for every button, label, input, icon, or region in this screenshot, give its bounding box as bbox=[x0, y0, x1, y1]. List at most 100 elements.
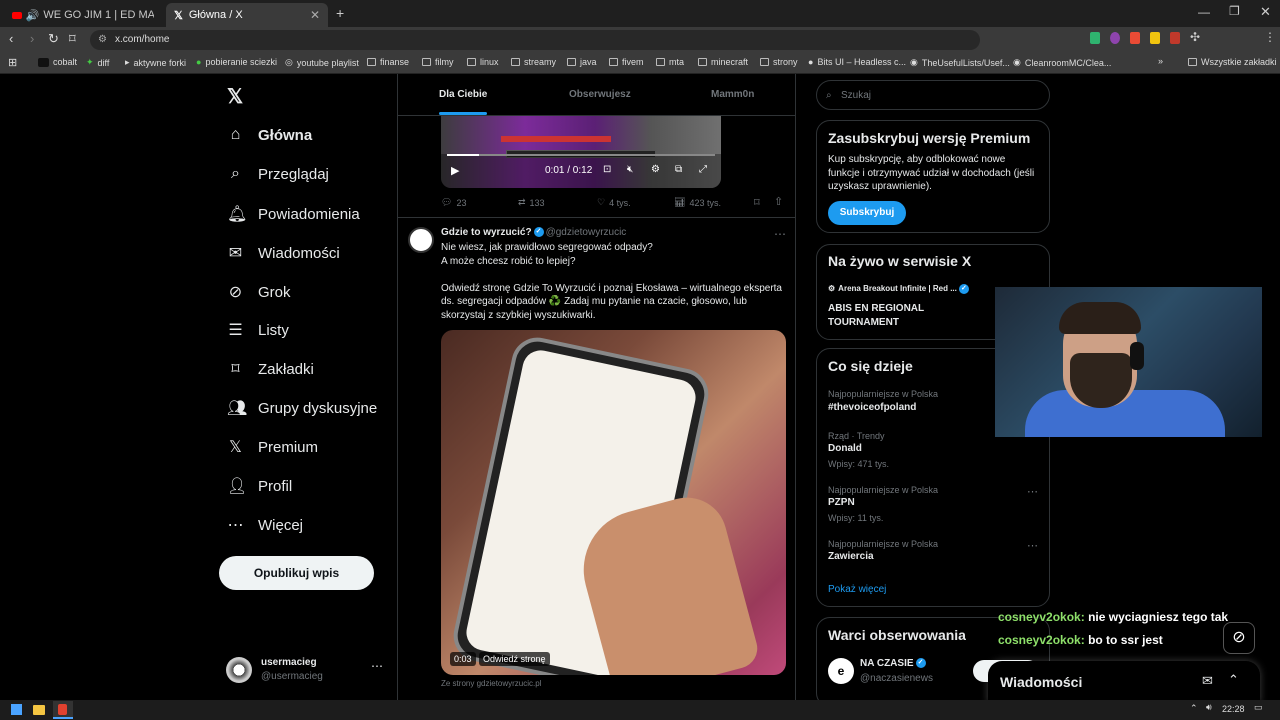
sidebar-item-grok[interactable]: ⊘ Grok bbox=[227, 282, 291, 302]
tweet-video[interactable]: 0:03 Odwiedź stronę bbox=[441, 330, 786, 675]
forward-icon[interactable]: › bbox=[30, 31, 34, 46]
browser-tab[interactable]: 🔊 WE GO JIM 1 | ED MARQUIS - DC bbox=[4, 3, 162, 27]
restore-icon[interactable]: ❐ bbox=[1229, 4, 1240, 18]
sidebar-item-communities[interactable]: 👥︎ Grupy dyskusyjne bbox=[227, 398, 377, 418]
views-button[interactable]: 📊︎ 423 tys. bbox=[674, 197, 721, 208]
extension-icon[interactable] bbox=[1110, 32, 1120, 44]
back-icon[interactable]: ‹ bbox=[9, 31, 13, 46]
follow-account[interactable]: NA CZASIE ✓ bbox=[860, 658, 928, 669]
menu-icon[interactable]: ⋮ bbox=[1264, 30, 1276, 44]
bookmark-item[interactable]: ◉ CleanroomMC/Clea... bbox=[1013, 57, 1111, 68]
tab-for-you[interactable]: Dla Ciebie bbox=[439, 89, 487, 100]
close-tab-icon[interactable]: ✕ bbox=[310, 8, 320, 22]
x-logo-icon[interactable]: 𝕏 bbox=[227, 84, 243, 109]
bookmark-folder[interactable]: strony bbox=[760, 57, 798, 67]
bookmark-folder[interactable]: filmy bbox=[422, 57, 454, 67]
chevron-right-icon[interactable]: » bbox=[1158, 56, 1163, 66]
play-icon[interactable]: ▶ bbox=[451, 164, 459, 177]
new-message-icon[interactable]: ✉ bbox=[1202, 673, 1213, 689]
bookmark-item[interactable]: ✦ diff bbox=[86, 57, 109, 68]
mute-icon[interactable]: 🔇︎ bbox=[627, 164, 633, 175]
sidebar-item-more[interactable]: ⋯ Więcej bbox=[227, 515, 304, 535]
extension-icon[interactable] bbox=[1150, 32, 1160, 44]
bookmark-folder[interactable]: fivem bbox=[609, 57, 644, 67]
sidebar-item-label: Przeglądaj bbox=[258, 165, 329, 183]
search-input[interactable]: ⌕ Szukaj bbox=[816, 80, 1050, 110]
clock[interactable]: 22:28 bbox=[1222, 704, 1245, 714]
sidebar-item-notifications[interactable]: 🔔︎ Powiadomienia bbox=[227, 204, 360, 224]
post-button[interactable]: Opublikuj wpis bbox=[219, 556, 374, 590]
file-explorer-icon[interactable] bbox=[33, 705, 45, 715]
more-icon[interactable]: ⋯ bbox=[774, 227, 786, 241]
bookmark-folder[interactable]: streamy bbox=[511, 57, 556, 67]
avatar[interactable]: e bbox=[828, 658, 854, 684]
new-tab-icon[interactable]: + bbox=[336, 5, 344, 21]
avatar[interactable] bbox=[408, 227, 434, 253]
more-icon[interactable]: ⋯ bbox=[1027, 485, 1038, 498]
close-window-icon[interactable]: ✕ bbox=[1260, 4, 1271, 20]
bookmark-folder[interactable]: mta bbox=[656, 57, 684, 67]
fullscreen-icon[interactable]: ⤢ bbox=[699, 164, 707, 175]
subscribe-button[interactable]: Subskrybuj bbox=[828, 201, 906, 225]
bookmark-folder[interactable]: java bbox=[567, 57, 597, 67]
bookmark-folder[interactable]: finanse bbox=[367, 57, 409, 67]
start-icon[interactable] bbox=[11, 704, 22, 715]
volume-icon[interactable]: 🔊︎ bbox=[1206, 702, 1212, 713]
sidebar-item-lists[interactable]: ☰ Listy bbox=[227, 320, 289, 340]
tab-following[interactable]: Obserwujesz bbox=[569, 89, 631, 100]
tab-mamm0n[interactable]: Mamm0n bbox=[711, 89, 754, 100]
sidebar-item-label: Premium bbox=[258, 438, 319, 456]
video-player[interactable]: ▶ 0:01 / 0:12 ⊡ 🔇︎ ⚙ ⧉ ⤢ bbox=[441, 116, 721, 188]
browser-tab-active[interactable]: 𝕏 Główna / X ✕ bbox=[166, 3, 328, 27]
like-button[interactable]: ♡ 4 tys. bbox=[597, 197, 631, 208]
address-bar[interactable]: ⚙ x.com/home bbox=[90, 30, 980, 50]
share-button[interactable]: ⇧ bbox=[774, 195, 783, 208]
messages-drawer[interactable]: Wiadomości ✉ ⌃ bbox=[988, 661, 1260, 703]
bookmark-icon[interactable]: ⌑ bbox=[69, 31, 76, 47]
bookmark-item[interactable]: ● Bits UI – Headless c... bbox=[808, 57, 906, 67]
tweet-source[interactable]: Ze strony gdzietowyrzucic.pl bbox=[441, 679, 541, 688]
visit-site-button[interactable]: Odwiedź stronę bbox=[479, 652, 550, 666]
account-switcher[interactable]: usermacieg @usermacieg ⋯ bbox=[226, 655, 386, 687]
extension-icon[interactable] bbox=[1130, 32, 1140, 44]
captions-icon[interactable]: ⊡ bbox=[603, 164, 611, 175]
extension-icon[interactable] bbox=[1170, 32, 1180, 44]
sidebar-item-profile[interactable]: 👤︎ Profil bbox=[227, 476, 292, 496]
grok-icon[interactable]: ⊘ bbox=[1223, 622, 1255, 654]
tray-chevron-icon[interactable]: ⌃ bbox=[1190, 703, 1198, 714]
bookmark-folder[interactable]: minecraft bbox=[698, 57, 748, 67]
live-channel[interactable]: ⚙ Arena Breakout Infinite | Red ... ✓ bbox=[828, 284, 971, 294]
sidebar-item-home[interactable]: ⌂ Główna bbox=[227, 126, 313, 144]
bookmark-item[interactable]: ◉ TheUsefulLists/Usef... bbox=[910, 57, 1010, 68]
sidebar-item-messages[interactable]: ✉ Wiadomości bbox=[227, 243, 340, 263]
settings-icon[interactable]: ⚙ bbox=[651, 164, 660, 175]
show-more-link[interactable]: Pokaż więcej bbox=[828, 584, 886, 595]
browser-icon[interactable] bbox=[53, 701, 73, 719]
notification-icon[interactable]: ▭ bbox=[1254, 702, 1263, 713]
live-event-title[interactable]: ABIS EN REGIONAL TOURNAMENT bbox=[828, 302, 948, 329]
sidebar-item-bookmarks[interactable]: ⌑ Zakładki bbox=[227, 359, 313, 379]
more-icon[interactable]: ⋯ bbox=[1027, 539, 1038, 552]
bookmark-button[interactable]: ⌑ bbox=[754, 196, 760, 209]
bookmark-item[interactable]: cobalt bbox=[38, 57, 77, 67]
bookmark-folder[interactable]: Wszystkie zakładki bbox=[1188, 57, 1277, 67]
extension-icon[interactable] bbox=[1090, 32, 1100, 44]
puzzle-icon[interactable]: ✣ bbox=[1190, 30, 1200, 44]
bookmark-item[interactable]: ● pobieranie sciezki bbox=[196, 57, 277, 67]
bookmark-item[interactable]: ▸ aktywne forki bbox=[125, 57, 186, 68]
reply-button[interactable]: 💬︎ 23 bbox=[441, 197, 466, 208]
bookmark-item[interactable]: ◎ youtube playlist bbox=[285, 57, 359, 68]
video-progress[interactable] bbox=[447, 154, 715, 156]
bookmark-label: TheUsefulLists/Usef... bbox=[921, 57, 1010, 68]
chevron-up-icon[interactable]: ⌃ bbox=[1228, 672, 1239, 688]
tweet[interactable]: Gdzie to wyrzucić? ✓ @gdzietowyrzucic ⋯ Ni… bbox=[398, 217, 795, 688]
bookmark-folder[interactable]: linux bbox=[467, 57, 499, 67]
apps-icon[interactable]: ⊞ bbox=[8, 56, 17, 69]
sidebar-item-premium[interactable]: 𝕏 Premium bbox=[227, 437, 318, 457]
pip-icon[interactable]: ⧉ bbox=[675, 164, 682, 175]
tweet-author[interactable]: Gdzie to wyrzucić? ✓ @gdzietowyrzucic bbox=[441, 227, 626, 238]
minimize-icon[interactable]: — bbox=[1198, 5, 1210, 19]
repost-button[interactable]: ⇄ 133 bbox=[518, 197, 545, 208]
reload-icon[interactable]: ↻ bbox=[48, 31, 59, 47]
sidebar-item-explore[interactable]: ⌕ Przeglądaj bbox=[227, 165, 329, 183]
